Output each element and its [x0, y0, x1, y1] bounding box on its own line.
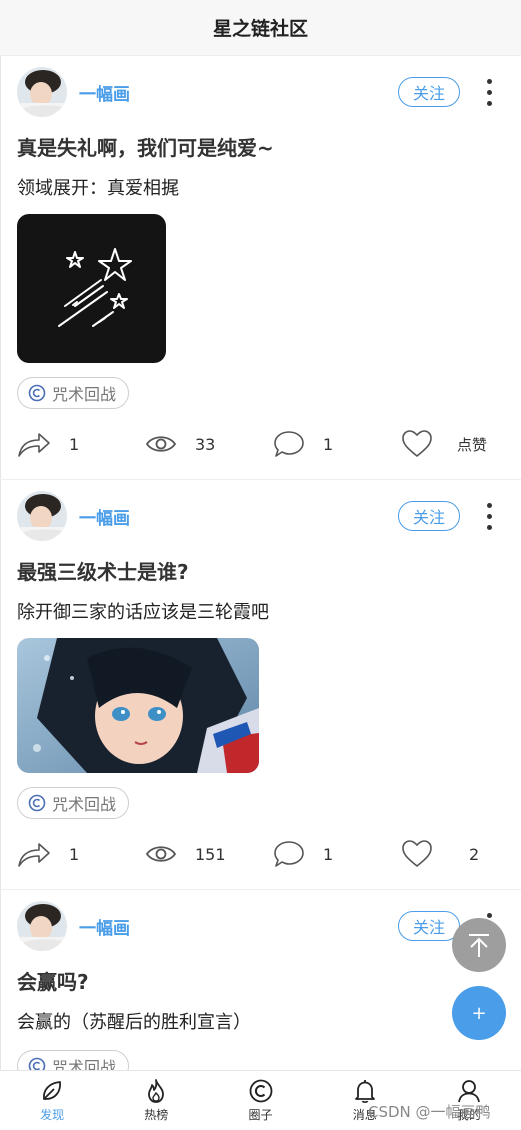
- topic-tag[interactable]: 咒术回战: [17, 1050, 130, 1070]
- post-actions: 1 151 1 2: [17, 819, 504, 889]
- like-count: 2: [469, 844, 480, 864]
- author-name[interactable]: 一幅画: [79, 504, 130, 529]
- view-count: 33: [195, 434, 216, 454]
- watermark: CSDN @一幅画鸭: [368, 1103, 491, 1121]
- share-count: 1: [69, 844, 80, 864]
- more-icon[interactable]: [474, 72, 504, 112]
- circle-c-icon: [249, 1079, 272, 1103]
- shooting-stars-icon: [58, 248, 132, 327]
- post-header: 一幅画 关注: [17, 490, 504, 542]
- share-icon: [18, 843, 50, 867]
- post-header: 一幅画 关注: [17, 66, 504, 118]
- post-body[interactable]: 领域展开：真爱相捤: [17, 176, 504, 202]
- tab-label: 圈子: [248, 1108, 273, 1122]
- follow-button[interactable]: 关注: [398, 77, 460, 107]
- comment-icon: [274, 431, 304, 457]
- topic-tag[interactable]: 咒术回战: [17, 787, 130, 819]
- post-title[interactable]: 会赢吗?: [17, 968, 504, 996]
- anime-girl-illustration: [17, 638, 259, 773]
- back-to-top-button[interactable]: [452, 918, 506, 972]
- top-bar: 星之链社区: [0, 0, 521, 56]
- post-title[interactable]: 真是失礼啊，我们可是纯爱~: [17, 134, 504, 162]
- tab-label: 发现: [40, 1108, 65, 1122]
- post-header: 一幅画 关注: [17, 900, 504, 952]
- tab-hot[interactable]: 热榜: [104, 1071, 208, 1130]
- tab-label: 热榜: [144, 1108, 169, 1122]
- post-body[interactable]: 除开御三家的话应该是三轮霞吧: [17, 600, 504, 626]
- circle-c-icon: [28, 794, 46, 812]
- post-actions: 1 33 1 点赞: [17, 409, 504, 479]
- view-action[interactable]: 33: [145, 432, 273, 456]
- follow-button[interactable]: 关注: [398, 501, 460, 531]
- follow-button[interactable]: 关注: [398, 911, 460, 941]
- view-count: 151: [195, 844, 226, 864]
- tab-circles[interactable]: 圈子: [208, 1071, 312, 1130]
- circle-c-icon: [28, 1057, 46, 1070]
- comment-count: 1: [323, 844, 334, 864]
- avatar[interactable]: [17, 901, 67, 951]
- post-card[interactable]: 一幅画 关注 真是失礼啊，我们可是纯爱~ 领域展开：真爱相捤 咒术回战 1 33…: [0, 56, 521, 480]
- eye-icon: [145, 436, 177, 452]
- post-card[interactable]: 一幅画 关注 会赢吗? 会赢的（苏醒后的胜利宣言） 咒术回战: [0, 890, 521, 1070]
- flame-icon: [148, 1079, 165, 1103]
- leaf-icon: [43, 1081, 62, 1100]
- post-card[interactable]: 一幅画 关注 最强三级术士是谁? 除开御三家的话应该是三轮霞吧 咒术回战 1 1…: [0, 480, 521, 890]
- topic-tag-label: 咒术回战: [52, 385, 117, 404]
- share-action[interactable]: 1: [17, 430, 145, 458]
- post-feed[interactable]: 一幅画 关注 真是失礼啊，我们可是纯爱~ 领域展开：真爱相捤 咒术回战 1 33…: [0, 56, 521, 1070]
- share-action[interactable]: 1: [17, 840, 145, 868]
- like-action[interactable]: 点赞: [401, 429, 487, 459]
- like-count: 点赞: [457, 435, 488, 454]
- more-icon[interactable]: [474, 496, 504, 536]
- share-count: 1: [69, 434, 80, 454]
- comment-icon: [274, 841, 304, 867]
- avatar[interactable]: [17, 67, 67, 117]
- share-icon: [18, 433, 50, 457]
- post-title[interactable]: 最强三级术士是谁?: [17, 558, 504, 586]
- author-name[interactable]: 一幅画: [79, 80, 130, 105]
- avatar[interactable]: [17, 491, 67, 541]
- topic-tag-label: 咒术回战: [52, 795, 117, 814]
- view-action[interactable]: 151: [145, 842, 273, 866]
- comment-action[interactable]: 1: [273, 429, 401, 459]
- circle-c-icon: [28, 384, 46, 402]
- eye-icon: [145, 846, 177, 862]
- like-action[interactable]: 2: [401, 839, 479, 869]
- heart-icon: [402, 840, 432, 867]
- comment-count: 1: [323, 434, 334, 454]
- tab-discover[interactable]: 发现: [0, 1071, 104, 1130]
- page-title: 星之链社区: [212, 18, 308, 40]
- topic-tag[interactable]: 咒术回战: [17, 377, 130, 409]
- post-body[interactable]: 会赢的（苏醒后的胜利宣言）: [17, 1010, 504, 1036]
- arrow-up-icon: [469, 934, 489, 957]
- add-post-button[interactable]: +: [452, 986, 506, 1040]
- author-name[interactable]: 一幅画: [79, 914, 130, 939]
- post-image[interactable]: [17, 638, 259, 773]
- comment-action[interactable]: 1: [273, 839, 401, 869]
- topic-tag-label: 咒术回战: [52, 1058, 117, 1070]
- heart-icon: [402, 430, 432, 457]
- post-image[interactable]: [17, 214, 166, 363]
